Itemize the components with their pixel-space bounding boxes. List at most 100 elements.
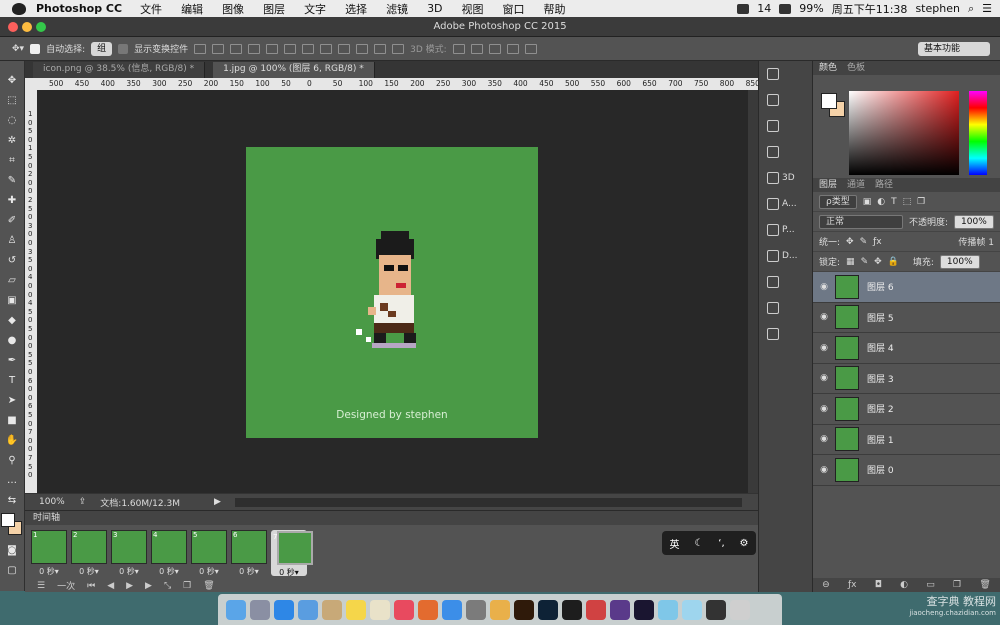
apple-icon[interactable]: [12, 2, 26, 15]
layer-row[interactable]: ◉ 图层 0: [813, 455, 1000, 486]
prev-frame-icon[interactable]: ◀: [107, 581, 114, 591]
panel-a[interactable]: A...: [759, 191, 812, 217]
type-filter-icon[interactable]: T: [891, 197, 897, 207]
finder-icon[interactable]: [226, 599, 246, 620]
wifi-icon[interactable]: [779, 3, 792, 14]
auto-select-checkbox[interactable]: [30, 43, 41, 54]
eye-icon[interactable]: ◉: [813, 312, 835, 322]
status-menu-arrow-icon[interactable]: ▶: [214, 497, 221, 507]
eye-icon[interactable]: ◉: [813, 434, 835, 444]
fx-icon[interactable]: ƒx: [848, 580, 857, 590]
distribute-bottom-icon[interactable]: [338, 43, 351, 54]
eyedropper-icon[interactable]: ✎: [4, 173, 20, 187]
layer-row[interactable]: ◉ 图层 5: [813, 302, 1000, 333]
foreground-color[interactable]: [1, 513, 15, 527]
panel-p[interactable]: P...: [759, 217, 812, 243]
unify-visibility-icon[interactable]: ✎: [860, 237, 868, 247]
weather-icon[interactable]: [490, 599, 510, 620]
layer-row[interactable]: ◉ 图层 2: [813, 394, 1000, 425]
distribute-right-icon[interactable]: [392, 43, 405, 54]
more-tools-icon[interactable]: …: [4, 473, 20, 487]
new-layer-icon[interactable]: ❐: [953, 580, 961, 590]
frame-delay[interactable]: 0 秒▾: [231, 566, 267, 577]
lock-transparent-icon[interactable]: ▦: [846, 257, 855, 267]
tab-icon-png[interactable]: icon.png @ 38.5% (信息, RGB/8) *: [33, 62, 206, 78]
menu-help[interactable]: 帮助: [544, 1, 566, 17]
loop-select[interactable]: 一次: [57, 579, 75, 592]
menu-window[interactable]: 窗口: [503, 1, 525, 17]
app-store-icon[interactable]: [442, 599, 462, 620]
ime-label[interactable]: 英: [669, 536, 679, 551]
actions-icon[interactable]: [759, 87, 812, 113]
tab-paths[interactable]: 路径: [875, 178, 893, 192]
layer-row[interactable]: ◉ 图层 3: [813, 363, 1000, 394]
timeline-frame[interactable]: 5 0 秒▾: [191, 530, 227, 576]
system-preferences-icon[interactable]: [466, 599, 486, 620]
menu-image[interactable]: 图像: [222, 1, 244, 17]
layer-row[interactable]: ◉ 图层 1: [813, 424, 1000, 455]
3d-drag-icon[interactable]: [488, 43, 501, 54]
timeline-frame[interactable]: 2 0 秒▾: [71, 530, 107, 576]
next-frame-icon[interactable]: ▶: [145, 581, 152, 591]
swap-colors-icon[interactable]: ⇆: [4, 493, 20, 507]
eye-icon[interactable]: ◉: [813, 404, 835, 414]
frame-delay[interactable]: 0 秒▾: [191, 566, 227, 577]
history-brush-icon[interactable]: ↺: [4, 253, 20, 267]
eye-icon[interactable]: ◉: [813, 465, 835, 475]
3d-rotate-icon[interactable]: [452, 43, 465, 54]
illustrator-icon[interactable]: [514, 599, 534, 620]
align-bottom-icon[interactable]: [230, 43, 243, 54]
properties-icon[interactable]: [759, 113, 812, 139]
clock[interactable]: 周五下午11:38: [832, 1, 908, 17]
hue-slider[interactable]: [969, 91, 987, 175]
frame-delay[interactable]: 0 秒▾: [71, 566, 107, 577]
delete-layer-icon[interactable]: 🗑: [979, 580, 990, 590]
zoom-tool-icon[interactable]: ⚲: [4, 453, 20, 467]
type-tool-icon[interactable]: T: [4, 373, 20, 387]
crop-tool-icon[interactable]: ⌗: [4, 153, 20, 167]
eye-icon[interactable]: ◉: [813, 373, 835, 383]
tab-swatches[interactable]: 色板: [847, 61, 865, 75]
clone-stamp-icon[interactable]: ♙: [4, 233, 20, 247]
convert-icon[interactable]: ☰: [37, 581, 45, 591]
moon-icon[interactable]: ☾: [694, 538, 703, 549]
panel-d[interactable]: D...: [759, 243, 812, 269]
3d-scale-icon[interactable]: [524, 43, 537, 54]
horizontal-scrollbar[interactable]: [234, 497, 742, 507]
layer-kind-filter[interactable]: ρ类型: [819, 194, 857, 209]
timeline-frame[interactable]: 1 0 秒▾: [31, 530, 67, 576]
fg-color-swatch[interactable]: [821, 93, 837, 109]
canvas-area[interactable]: Designed by stephen: [37, 90, 758, 493]
image-filter-icon[interactable]: ▣: [863, 197, 872, 207]
safari-icon[interactable]: [274, 599, 294, 620]
adjustments-icon[interactable]: [759, 139, 812, 165]
timeline-frame[interactable]: 70 秒▾: [271, 530, 313, 577]
adjustment-layer-icon[interactable]: ◐: [900, 580, 908, 590]
qq-icon[interactable]: [562, 599, 582, 620]
delete-frame-icon[interactable]: 🗑: [203, 581, 214, 591]
eye-icon[interactable]: ◉: [813, 282, 835, 292]
eye-icon[interactable]: ◉: [813, 343, 835, 353]
color-swatches[interactable]: [0, 513, 24, 539]
fill-input[interactable]: 100%: [939, 254, 980, 269]
menu-filter[interactable]: 滤镜: [386, 1, 408, 17]
downloads-folder-icon[interactable]: [682, 599, 702, 620]
rectangle-tool-icon[interactable]: ■: [4, 413, 20, 427]
magic-wand-icon[interactable]: ✲: [4, 133, 20, 147]
align-top-icon[interactable]: [194, 43, 207, 54]
zoom-level[interactable]: 100%: [39, 497, 65, 507]
type-panel-icon[interactable]: [759, 321, 812, 347]
auto-select-dropdown[interactable]: 组: [91, 41, 113, 56]
path-select-icon[interactable]: ➤: [4, 393, 20, 407]
unify-position-icon[interactable]: ✥: [846, 237, 854, 247]
screenshot-icon[interactable]: [706, 599, 726, 620]
frame-delay[interactable]: 0 秒▾: [31, 566, 67, 577]
itunes-icon[interactable]: [394, 599, 414, 620]
username[interactable]: stephen: [915, 2, 960, 15]
move-tool-icon[interactable]: ✥▾: [12, 44, 24, 54]
close-icon[interactable]: [8, 22, 18, 32]
shape-filter-icon[interactable]: ⬚: [903, 197, 912, 207]
new-group-icon[interactable]: ▭: [926, 580, 935, 590]
distribute-center-icon[interactable]: [374, 43, 387, 54]
menu-type[interactable]: 文字: [304, 1, 326, 17]
